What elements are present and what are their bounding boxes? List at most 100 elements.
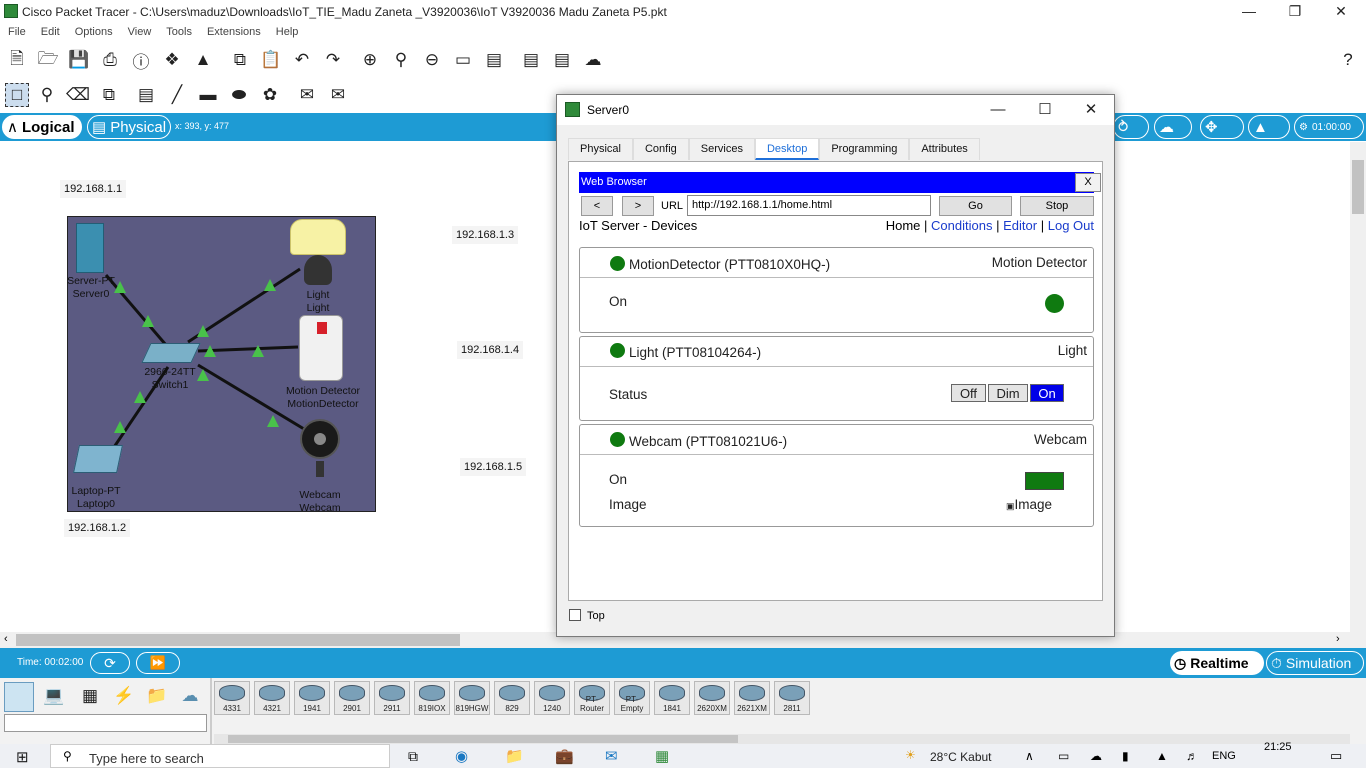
components-category-icon[interactable]: ▦: [78, 684, 102, 708]
router-829[interactable]: 829: [494, 681, 530, 715]
router-4321[interactable]: 4321: [254, 681, 290, 715]
webcam-icon[interactable]: [300, 419, 340, 459]
network-wizard-icon[interactable]: ❖: [160, 48, 184, 72]
close-button[interactable]: ✕: [1318, 0, 1364, 24]
horizontal-scroll-thumb[interactable]: [16, 634, 460, 646]
taskbar-search-box[interactable]: ⚲ Type here to search: [50, 744, 390, 768]
connections-category-icon[interactable]: ⚡: [112, 684, 136, 708]
windows-start-icon[interactable]: ⊞: [16, 748, 29, 766]
go-button[interactable]: Go: [939, 196, 1012, 216]
inspect-icon[interactable]: ⚲: [35, 83, 59, 107]
lamp-icon[interactable]: [290, 219, 346, 255]
router-819iox[interactable]: 819IOX: [414, 681, 450, 715]
menu-tools[interactable]: Tools: [158, 24, 199, 38]
end-devices-category-icon[interactable]: 💻: [42, 684, 66, 708]
motion-detector-icon[interactable]: [299, 315, 343, 381]
router-2811[interactable]: 2811: [774, 681, 810, 715]
top-checkbox[interactable]: [569, 609, 581, 621]
menu-extensions[interactable]: Extensions: [199, 24, 268, 38]
scroll-left-icon[interactable]: ‹: [4, 633, 8, 645]
tab-programming[interactable]: Programming: [819, 138, 910, 160]
light-on-button[interactable]: On: [1030, 384, 1064, 402]
weather-text[interactable]: 28°C Kabut: [930, 750, 992, 764]
web-view-icon[interactable]: ☁: [581, 48, 605, 72]
multiuser-category-icon[interactable]: ☁: [178, 684, 202, 708]
open-folder-icon[interactable]: 🗁: [36, 48, 60, 72]
tab-services[interactable]: Services: [688, 138, 755, 160]
freeform-icon[interactable]: ✿: [258, 83, 282, 107]
zoom-reset-icon[interactable]: ⚲: [389, 48, 413, 72]
dialog-close-button[interactable]: ✕: [1068, 95, 1114, 125]
draw-rectangle-icon[interactable]: ▬: [196, 83, 220, 107]
document-icon[interactable]: ▤: [519, 48, 543, 72]
logical-mode-button[interactable]: ∧ Logical: [2, 115, 82, 139]
router-1841[interactable]: 1841: [654, 681, 690, 715]
menu-file[interactable]: File: [0, 24, 33, 38]
paste-icon[interactable]: 📋: [259, 48, 283, 72]
router-2620xm[interactable]: 2620XM: [694, 681, 730, 715]
card-header[interactable]: Webcam (PTT081021U6-) Webcam: [580, 425, 1093, 455]
router-819hgw[interactable]: 819HGW: [454, 681, 490, 715]
router-2621xm[interactable]: 2621XM: [734, 681, 770, 715]
tab-attributes[interactable]: Attributes: [909, 138, 980, 160]
add-complex-pdu-icon[interactable]: ✉: [326, 83, 350, 107]
tab-desktop[interactable]: Desktop: [754, 138, 820, 160]
router-pt-router[interactable]: PT-Router: [574, 681, 610, 715]
light-off-button[interactable]: Off: [951, 384, 986, 402]
nav-home-link[interactable]: Home: [886, 218, 921, 233]
edge-browser-icon[interactable]: ◉: [455, 747, 468, 765]
tab-physical[interactable]: Physical: [568, 138, 633, 160]
menu-help[interactable]: Help: [268, 24, 306, 38]
tray-volume-icon[interactable]: ♬: [1186, 749, 1198, 763]
network-devices-category-icon[interactable]: [4, 682, 34, 712]
environment-button[interactable]: ▲: [1248, 115, 1290, 139]
router-1240[interactable]: 1240: [534, 681, 570, 715]
router-2911[interactable]: 2911: [374, 681, 410, 715]
file-explorer-icon[interactable]: 📁: [505, 747, 524, 765]
tray-battery-icon[interactable]: ▮: [1122, 749, 1129, 763]
tray-cloud-icon[interactable]: ☁: [1090, 749, 1102, 763]
tray-wifi-icon[interactable]: ▲: [1156, 749, 1168, 763]
activity-wizard-icon[interactable]: ▲: [191, 48, 215, 72]
custom-device-dialog-icon[interactable]: ▤: [482, 48, 506, 72]
menu-options[interactable]: Options: [67, 24, 120, 38]
packet-tracer-taskbar-icon[interactable]: ▦: [655, 747, 669, 765]
select-icon[interactable]: □: [5, 83, 29, 107]
dialog-maximize-button[interactable]: ☐: [1022, 95, 1068, 125]
drawing-palette-icon[interactable]: ▭: [451, 48, 475, 72]
vertical-scroll-thumb[interactable]: [1352, 160, 1364, 214]
navigation-button[interactable]: ⥁: [1113, 115, 1149, 139]
switch-icon[interactable]: [141, 343, 201, 363]
taskbar-clock[interactable]: 21:25: [1264, 741, 1292, 753]
minimize-button[interactable]: —: [1226, 0, 1272, 24]
tray-device-icon[interactable]: ▭: [1058, 749, 1069, 763]
draw-ellipse-icon[interactable]: ⬬: [227, 83, 251, 107]
resize-shape-icon[interactable]: ⧉: [97, 83, 121, 107]
router-pt-empty[interactable]: PT-Empty: [614, 681, 650, 715]
nav-editor-link[interactable]: Editor: [1003, 218, 1037, 233]
misc-category-icon[interactable]: 📁: [145, 684, 169, 708]
task-view-icon[interactable]: ⧉: [408, 748, 418, 765]
tray-up-icon[interactable]: ∧: [1025, 749, 1034, 763]
palette-scroll-thumb[interactable]: [228, 735, 738, 743]
zoom-in-icon[interactable]: ⊕: [358, 48, 382, 72]
power-cycle-button[interactable]: ⟳: [90, 652, 130, 674]
stop-button[interactable]: Stop: [1020, 196, 1094, 216]
help-question-icon[interactable]: ?: [1336, 48, 1360, 72]
realtime-mode-button[interactable]: ◷ Realtime: [1170, 651, 1264, 675]
viewport-button[interactable]: ✥: [1200, 115, 1244, 139]
tab-config[interactable]: Config: [632, 138, 689, 160]
palette-scrollbar[interactable]: [214, 734, 1350, 744]
draw-line-icon[interactable]: ╱: [165, 83, 189, 107]
url-input[interactable]: http://192.168.1.1/home.html: [687, 195, 931, 216]
browser-back-button[interactable]: <: [581, 196, 613, 216]
redo-icon[interactable]: ↷: [321, 48, 345, 72]
server-icon[interactable]: [76, 223, 104, 273]
device-search-box[interactable]: [4, 714, 207, 732]
router-2901[interactable]: 2901: [334, 681, 370, 715]
card-header[interactable]: MotionDetector (PTT0810X0HQ-) Motion Det…: [580, 248, 1093, 278]
dialog-minimize-button[interactable]: —: [975, 95, 1021, 125]
menu-view[interactable]: View: [120, 24, 159, 38]
fast-forward-button[interactable]: ⏩: [136, 652, 180, 674]
router-1941[interactable]: 1941: [294, 681, 330, 715]
